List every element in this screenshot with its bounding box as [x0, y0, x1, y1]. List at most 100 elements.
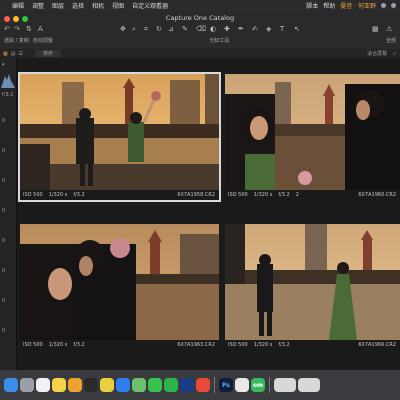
thumbnail[interactable]: ISO 500 1/320 s f/3.2 2 6X7A1960.CR2 [225, 74, 400, 200]
photo-image [225, 224, 400, 340]
music-icon[interactable] [84, 378, 98, 392]
slider-value: 0 [2, 118, 6, 124]
menu-item[interactable]: 选择 [72, 1, 84, 10]
gradient-tool-icon[interactable]: ◐ [210, 25, 216, 33]
menu-item[interactable]: 图层 [52, 1, 64, 10]
color-picker-icon[interactable]: ✒ [238, 25, 244, 33]
slider-value: 0 [2, 208, 6, 214]
exposure-warning-icon[interactable]: ⚠ [386, 25, 392, 33]
reminders-icon[interactable] [36, 378, 50, 392]
keyboard-icon[interactable] [274, 378, 296, 392]
photo-meta: ISO 500 1/320 s f/3.2 6X7A1963.CR2 [20, 340, 219, 350]
filmstrip-icon[interactable]: ▤ [11, 51, 16, 57]
finder-icon[interactable] [4, 378, 18, 392]
pointer-tool-icon[interactable]: ↖ [294, 25, 300, 33]
menu-item-scripts[interactable]: 脚本 [306, 1, 318, 10]
chrome-icon[interactable] [100, 378, 114, 392]
slider-value: 0 [2, 268, 6, 274]
maps-icon[interactable] [132, 378, 146, 392]
menu-item[interactable]: 调整 [32, 1, 44, 10]
filename: 6X7A1963.CR2 [177, 342, 215, 348]
filename: 6X7A1960.CR2 [358, 192, 396, 198]
sort-select[interactable]: 排序 [34, 50, 61, 57]
dock-separator [214, 377, 215, 393]
aperture-value: f/3.2 [278, 192, 290, 198]
qq-icon[interactable] [180, 378, 194, 392]
filename: 6X7A1966.CR2 [358, 342, 396, 348]
white-balance-icon[interactable]: ◈ [266, 25, 271, 33]
rotate-tool-icon[interactable]: ↻ [156, 25, 162, 33]
copy-adjustments-icon[interactable]: ⇅ [26, 25, 32, 33]
brush-tool-icon[interactable]: ✎ [182, 25, 188, 33]
photoshop-icon[interactable]: Ps [219, 378, 233, 392]
status-icon[interactable] [391, 3, 396, 8]
wechat-icon[interactable] [164, 378, 178, 392]
aperture-value: f/3.2 [73, 342, 85, 348]
copy-apply-label: 选取 / 复制 [4, 38, 29, 44]
photo-image [20, 224, 219, 340]
histogram-icon [1, 74, 15, 88]
global-label: 全部 [385, 38, 396, 44]
redo-icon[interactable]: ↷ [14, 25, 20, 33]
slider-value: 0 [2, 238, 6, 244]
menu-item[interactable]: 相机 [92, 1, 104, 10]
control-center-icon[interactable] [381, 3, 386, 8]
menubar-right: 脚本 帮助 晏音 · 何亚野 [306, 1, 400, 10]
menu-item[interactable]: 自定义观看器 [132, 1, 168, 10]
vpn-icon[interactable] [235, 378, 249, 392]
messages-icon[interactable] [148, 378, 162, 392]
pencil-icon[interactable] [68, 378, 82, 392]
menu-item[interactable]: 编辑 [12, 1, 24, 10]
fit-to-screen-select[interactable]: 适合屏幕 [367, 50, 387, 57]
slider-value: 0 [2, 178, 6, 184]
aperture-value: f/3.2 [2, 92, 14, 98]
aperture-value: f/3.2 [73, 192, 85, 198]
toolbar-labels: 选取 / 复制 自动调整 光标工具 全部 [4, 37, 396, 44]
pan-tool-icon[interactable]: ✥ [120, 25, 126, 33]
menu-bar: 编辑 调整 图层 选择 相机 视图 自定义观看器 脚本 帮助 晏音 · 何亚野 [0, 0, 400, 11]
rating-value[interactable]: 2 [296, 192, 299, 198]
photo-meta: ISO 500 1/320 s f/3.2 2 6X7A1960.CR2 [225, 190, 400, 200]
browser-toolbar: ▦ ▤ ☰ 排序 适合屏幕 ⌕ [0, 49, 400, 58]
heal-tool-icon[interactable]: ✚ [224, 25, 230, 33]
left-tool-panel: ▾ f/3.2 0 0 0 0 0 0 0 0 [0, 58, 17, 370]
slider-value: 0 [2, 328, 6, 334]
dock-separator [269, 377, 270, 393]
app-store-icon[interactable] [116, 378, 130, 392]
cursor-tools-label: 光标工具 [209, 38, 230, 44]
keystone-tool-icon[interactable]: ⊿ [168, 25, 174, 33]
annotate-tool-icon[interactable]: ✍ [252, 25, 258, 33]
settings-icon[interactable]: om [251, 378, 265, 392]
launchpad-icon[interactable] [20, 378, 34, 392]
panel-icon[interactable]: ▾ [2, 62, 5, 68]
thumbnail[interactable]: ISO 500 1/320 s f/3.2 6X7A1958.CR2 [18, 72, 221, 202]
undo-icon[interactable]: ↶ [4, 25, 10, 33]
iso-value: ISO 500 [228, 192, 248, 198]
weibo-icon[interactable] [196, 378, 210, 392]
auto-adjust-icon[interactable]: A [38, 25, 43, 33]
window-toolbar: Capture One Catalog ↶ ↷ ⇅ A ✥ ⌕ ⌗ ↻ ⊿ ✎ … [0, 11, 400, 50]
menu-item[interactable]: 视图 [112, 1, 124, 10]
dock: Ps om [0, 370, 400, 400]
text-tool-icon[interactable]: T [280, 25, 284, 33]
notes-icon[interactable] [52, 378, 66, 392]
zoom-tool-icon[interactable]: ⌕ [132, 25, 136, 34]
grid-view-icon[interactable]: ▦ [372, 25, 379, 33]
slider-value: 0 [2, 298, 6, 304]
shutter-value: 1/320 s [48, 342, 68, 348]
aperture-value: f/3.2 [278, 342, 290, 348]
crop-tool-icon[interactable]: ⌗ [144, 25, 148, 34]
user-name[interactable]: 晏音 · 何亚野 [340, 1, 376, 10]
list-icon[interactable]: ☰ [18, 51, 22, 57]
eraser-tool-icon[interactable]: ⌫ [196, 25, 206, 33]
search-icon[interactable]: ⌕ [393, 51, 396, 57]
photo-grid: ISO 500 1/320 s f/3.2 6X7A1958.CR2 ISO 5… [17, 58, 400, 370]
thumbnail[interactable]: ISO 500 1/320 s f/3.2 6X7A1963.CR2 [20, 224, 219, 350]
window-thumbnail[interactable] [298, 378, 320, 392]
menu-item-help[interactable]: 帮助 [323, 1, 335, 10]
photo-meta: ISO 500 1/320 s f/3.2 6X7A1966.CR2 [225, 340, 400, 350]
iso-value: ISO 500 [228, 342, 248, 348]
thumbnail[interactable]: ISO 500 1/320 s f/3.2 6X7A1966.CR2 [225, 224, 400, 350]
iso-value: ISO 500 [23, 192, 43, 198]
browser-view-icon[interactable]: ▦ [3, 51, 8, 57]
